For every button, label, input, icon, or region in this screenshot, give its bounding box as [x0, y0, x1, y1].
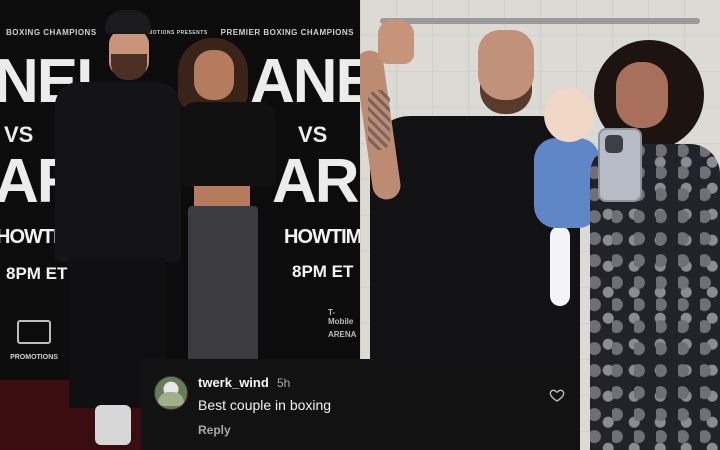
- promotions-logo-text: PROMOTIONS: [10, 354, 58, 361]
- backdrop-vs-text: VS: [4, 122, 34, 147]
- camera-icon: [605, 135, 623, 153]
- sponsor-text: ARENA: [328, 330, 357, 339]
- sponsor-text: T-Mobile: [328, 308, 354, 326]
- comment-card: twerk_wind 5h Best couple in boxing Repl…: [141, 359, 579, 450]
- woman-figure-right: [580, 40, 720, 450]
- backdrop-airtime-text: 8PM ET: [292, 262, 354, 281]
- promotions-logo: PROMOTIONS: [10, 320, 58, 364]
- woman-figure-left: [172, 38, 282, 368]
- reply-button[interactable]: Reply: [198, 423, 231, 437]
- tattoo-icon: [368, 90, 390, 150]
- backdrop-network-text: HOWTIME: [284, 226, 360, 248]
- peace-sign-hand-icon: [378, 20, 414, 64]
- smartphone-icon: [598, 128, 642, 202]
- cap-icon: [105, 10, 151, 34]
- comment-body: Best couple in boxing: [198, 397, 332, 413]
- backdrop-name-text: ARI: [272, 147, 360, 216]
- avatar[interactable]: [154, 376, 188, 410]
- logo-mark-icon: [17, 320, 51, 344]
- heart-outline-icon[interactable]: [549, 387, 565, 403]
- comment-username[interactable]: twerk_wind: [198, 375, 269, 390]
- backdrop-vs-text: VS: [298, 122, 328, 147]
- comment-timestamp: 5h: [277, 376, 291, 390]
